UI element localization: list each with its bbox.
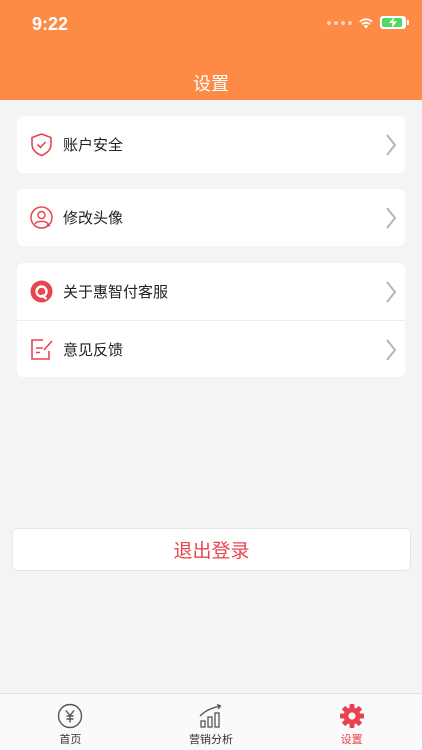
brand-logo-icon: [30, 280, 53, 303]
security-card: 账户安全: [17, 116, 405, 173]
account-security-label: 账户安全: [63, 136, 124, 154]
feedback-edit-icon: [31, 339, 53, 360]
signal-icon: [327, 20, 352, 25]
tab-settings[interactable]: 设置: [281, 694, 422, 750]
tab-marketing-label: 营销分析: [189, 733, 233, 746]
gear-icon: [339, 704, 364, 728]
wifi-icon: [359, 17, 373, 28]
chevron-right-icon: [386, 134, 397, 156]
tab-bar: 首页 营销分析 设置: [0, 693, 422, 750]
feedback-row[interactable]: 意见反馈: [17, 320, 405, 377]
chevron-right-icon: [386, 281, 397, 303]
feedback-label: 意见反馈: [63, 340, 124, 359]
shield-check-icon: [31, 133, 52, 157]
bar-chart-trend-icon: [199, 703, 222, 728]
logout-button[interactable]: 退出登录: [12, 528, 411, 571]
chevron-right-icon: [386, 339, 397, 361]
tab-home[interactable]: 首页: [0, 694, 141, 750]
info-card: 关于惠智付客服 意见反馈: [17, 263, 405, 377]
yuan-coin-icon: [58, 703, 83, 729]
change-avatar-row[interactable]: 修改头像: [17, 189, 405, 246]
page-title: 设置: [193, 74, 229, 95]
about-service-row[interactable]: 关于惠智付客服: [17, 263, 405, 320]
user-avatar-icon: [30, 206, 53, 229]
header-bar: 9:22 设置: [0, 0, 422, 100]
status-time: 9:22: [32, 14, 69, 34]
tab-marketing-analysis[interactable]: 营销分析: [141, 694, 282, 750]
change-avatar-label: 修改头像: [63, 209, 124, 227]
avatar-card: 修改头像: [17, 189, 405, 246]
tab-settings-label: 设置: [340, 733, 363, 746]
about-service-label: 关于惠智付客服: [63, 283, 169, 301]
tab-home-label: 首页: [59, 733, 82, 746]
account-security-row[interactable]: 账户安全: [17, 116, 405, 173]
battery-icon: [380, 16, 409, 29]
status-indicators: [327, 16, 409, 29]
chevron-right-icon: [386, 207, 397, 229]
